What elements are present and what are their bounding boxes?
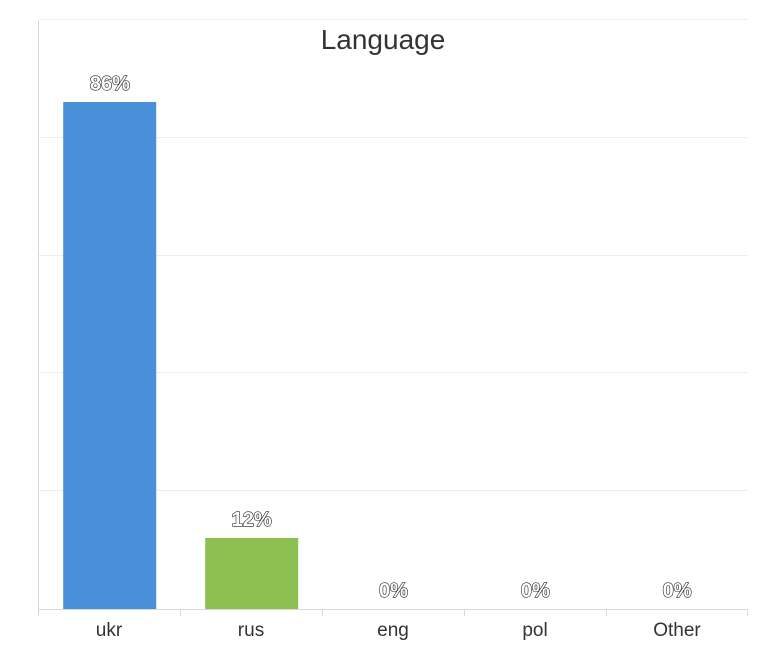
plot-area: 86% 12% 0% 0% 0%: [38, 20, 748, 610]
x-tick-label: eng: [322, 610, 464, 642]
bar-slot: 0%: [323, 20, 465, 609]
bars-container: 86% 12% 0% 0% 0%: [39, 20, 748, 609]
bar-slot: 86%: [39, 20, 181, 609]
x-tick: pol: [464, 610, 606, 650]
bar-value-label: 0%: [521, 580, 550, 603]
x-tick-mark: [180, 610, 181, 616]
x-tick-label: Other: [606, 610, 748, 642]
x-tick-label: pol: [464, 610, 606, 642]
bar-slot: 0%: [606, 20, 748, 609]
bar-value-label: 12%: [232, 509, 272, 532]
x-tick: rus: [180, 610, 322, 650]
x-tick-mark: [464, 610, 465, 616]
x-tick: ukr: [38, 610, 180, 650]
bar-value-label: 86%: [90, 73, 130, 96]
x-tick-label: ukr: [38, 610, 180, 642]
x-tick: Other: [606, 610, 748, 650]
x-tick-mark: [747, 610, 748, 616]
x-tick: eng: [322, 610, 464, 650]
x-tick-mark: [322, 610, 323, 616]
bar-slot: 0%: [464, 20, 606, 609]
x-tick-mark: [38, 610, 39, 616]
bar: [63, 102, 157, 609]
bar-value-label: 0%: [663, 580, 692, 603]
bar-slot: 12%: [181, 20, 323, 609]
x-tick-label: rus: [180, 610, 322, 642]
bar-value-label: 0%: [379, 580, 408, 603]
x-axis: ukrrusengpolOther: [38, 610, 748, 650]
bar: [205, 538, 299, 609]
language-bar-chart: Language 86%12%0%0%0% ukrrusengpolOther: [0, 0, 766, 664]
x-tick-mark: [606, 610, 607, 616]
